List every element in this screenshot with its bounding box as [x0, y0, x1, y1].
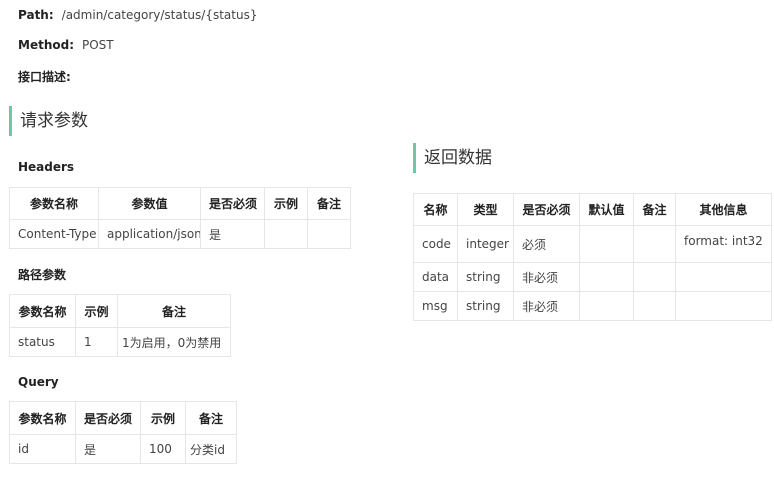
table-cell: 分类id: [185, 434, 237, 464]
column-header: 参数名称: [9, 187, 99, 220]
table-cell: status: [9, 327, 76, 357]
column-header: 其他信息: [675, 193, 772, 226]
headers-title: Headers: [18, 160, 75, 174]
table-header-row: 名称 类型 是否必须 默认值 备注 其他信息: [413, 193, 772, 226]
column-header: 参数名称: [9, 401, 76, 435]
table-cell: code: [413, 225, 458, 263]
method-line: Method: POST: [18, 38, 114, 52]
column-header: 是否必须: [513, 193, 580, 226]
query-table: 参数名称 是否必须 示例 备注 id 是 100 分类id: [9, 401, 237, 464]
table-cell: data: [413, 262, 458, 292]
table-cell: [633, 291, 676, 321]
table-header-row: 参数名称 是否必须 示例 备注: [9, 401, 237, 435]
table-cell: 是: [75, 434, 141, 464]
table-cell: string: [457, 262, 514, 292]
table-cell: 1为启用，0为禁用: [117, 327, 231, 357]
table-header-row: 参数名称 参数值 是否必须 示例 备注: [9, 187, 351, 220]
table-cell: [675, 262, 772, 292]
table-cell: 非必须: [513, 262, 580, 292]
table-cell: [675, 291, 772, 321]
table-cell: [579, 262, 634, 292]
column-header: 默认值: [579, 193, 634, 226]
column-header: 参数名称: [9, 294, 76, 328]
table-cell: [264, 219, 308, 249]
request-params-title: 请求参数: [9, 106, 88, 136]
table-cell: 必须: [513, 225, 580, 263]
table-row: Content-Type application/json 是: [9, 219, 351, 249]
column-header: 名称: [413, 193, 458, 226]
table-cell: [579, 291, 634, 321]
description-line: 接口描述:: [18, 68, 79, 85]
column-header: 是否必须: [200, 187, 265, 220]
response-data-title: 返回数据: [413, 143, 492, 173]
column-header: 示例: [75, 294, 118, 328]
path-params-title: 路径参数: [18, 268, 67, 282]
table-row: status 1 1为启用，0为禁用: [9, 327, 231, 357]
table-cell: application/json: [98, 219, 201, 249]
column-header: 参数值: [98, 187, 201, 220]
column-header: 示例: [264, 187, 308, 220]
table-cell: 非必须: [513, 291, 580, 321]
path-line: Path: /admin/category/status/{status}: [18, 8, 257, 22]
column-header: 备注: [633, 193, 676, 226]
path-value: /admin/category/status/{status}: [61, 8, 258, 22]
table-cell: [307, 219, 351, 249]
method-label: Method:: [18, 38, 74, 52]
column-header: 备注: [307, 187, 351, 220]
table-cell: format: int32: [675, 225, 772, 263]
table-cell: string: [457, 291, 514, 321]
query-title: Query: [18, 375, 59, 389]
path-params-table: 参数名称 示例 备注 status 1 1为启用，0为禁用: [9, 294, 231, 357]
table-cell: 100: [140, 434, 186, 464]
table-cell: 是: [200, 219, 265, 249]
table-cell: Content-Type: [9, 219, 99, 249]
table-row: msg string 非必须: [413, 291, 772, 321]
path-label: Path:: [18, 8, 54, 22]
table-cell: integer: [457, 225, 514, 263]
headers-table: 参数名称 参数值 是否必须 示例 备注 Content-Type applica…: [9, 187, 351, 249]
table-cell: [633, 262, 676, 292]
column-header: 示例: [140, 401, 186, 435]
column-header: 备注: [117, 294, 231, 328]
table-row: data string 非必须: [413, 262, 772, 292]
table-cell: 1: [75, 327, 118, 357]
description-label: 接口描述:: [18, 70, 71, 84]
response-table: 名称 类型 是否必须 默认值 备注 其他信息 code integer 必须 f…: [413, 193, 772, 321]
column-header: 是否必须: [75, 401, 141, 435]
table-row: code integer 必须 format: int32: [413, 225, 772, 263]
table-header-row: 参数名称 示例 备注: [9, 294, 231, 328]
table-cell: [579, 225, 634, 263]
column-header: 备注: [185, 401, 237, 435]
table-cell: msg: [413, 291, 458, 321]
method-value: POST: [82, 38, 114, 52]
table-cell: [633, 225, 676, 263]
table-cell: id: [9, 434, 76, 464]
table-row: id 是 100 分类id: [9, 434, 237, 464]
column-header: 类型: [457, 193, 514, 226]
